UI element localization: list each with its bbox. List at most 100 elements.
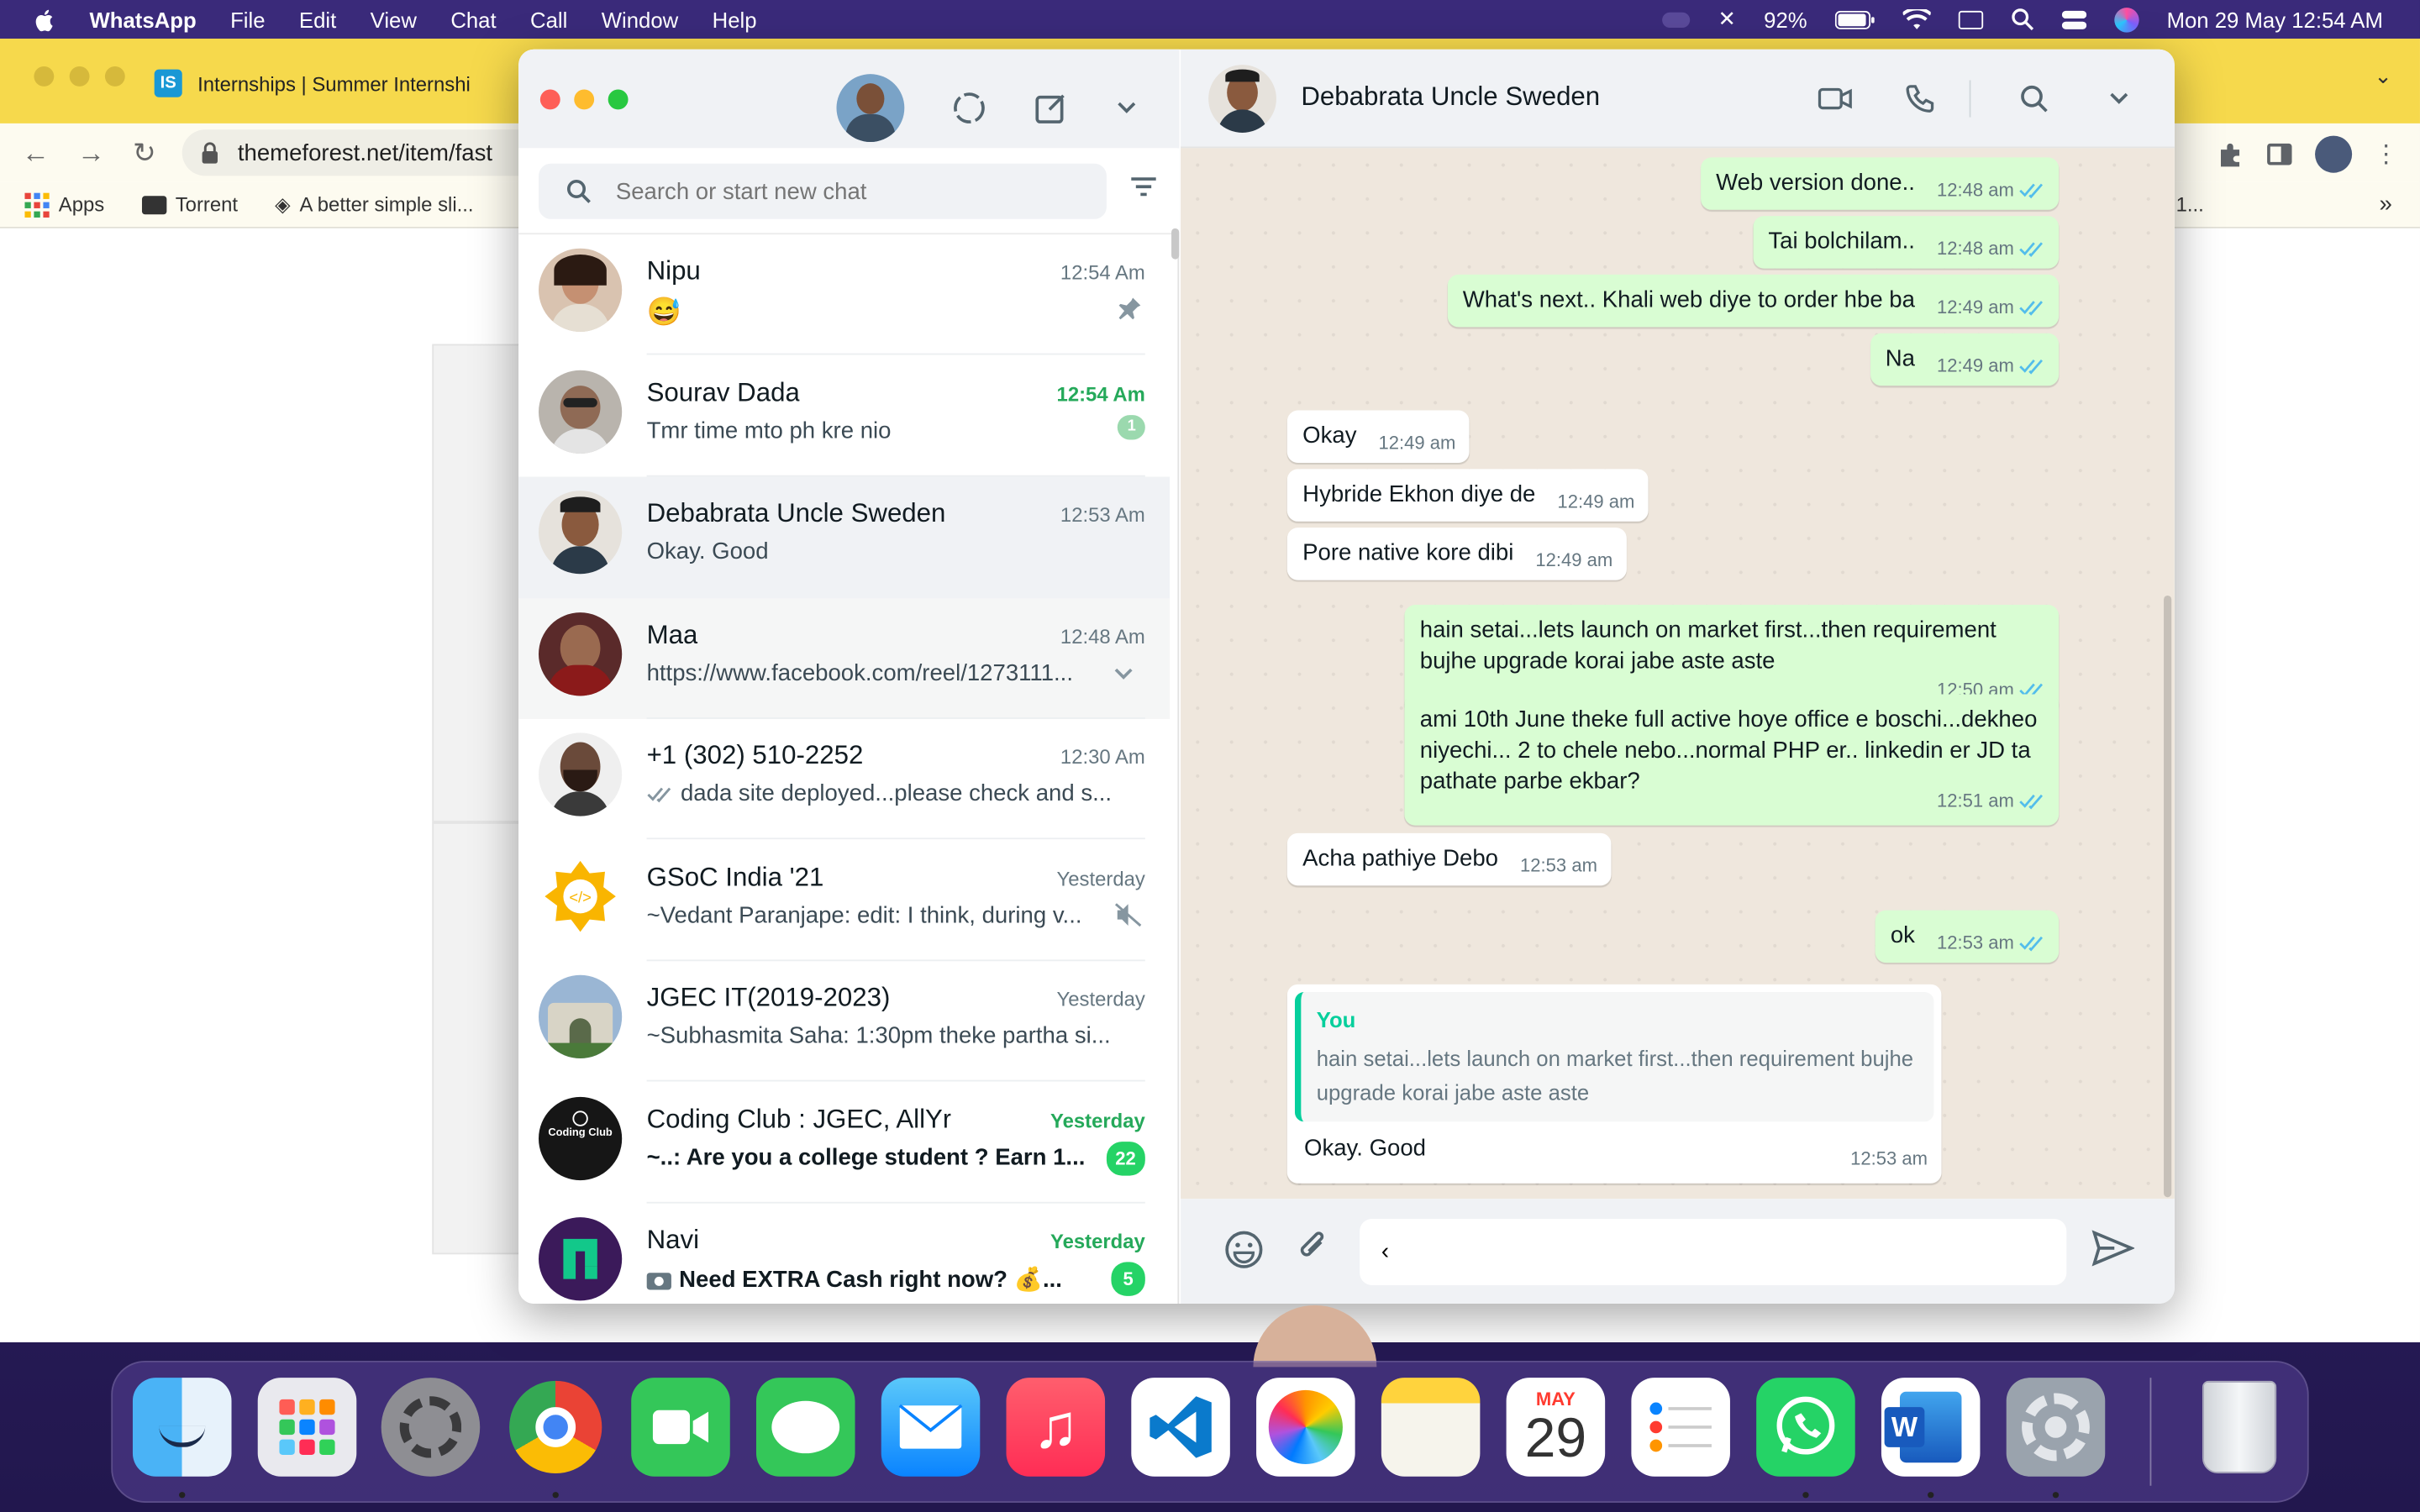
status-icon[interactable] xyxy=(950,90,987,127)
menubar-clock[interactable]: Mon 29 May 12:54 AM xyxy=(2167,7,2383,31)
vscode-icon[interactable] xyxy=(1131,1378,1230,1477)
launchpad-icon[interactable] xyxy=(257,1378,357,1477)
chat-row-sourav-dada[interactable]: Sourav Dada 12:54 Am Tmr time mto ph kre… xyxy=(518,355,1170,476)
new-chat-icon[interactable] xyxy=(1034,91,1068,124)
menu-chat[interactable]: Chat xyxy=(450,7,496,31)
chat-row-coding-club[interactable]: Coding Club Coding Club : JGEC, AllYr Ye… xyxy=(518,1082,1170,1203)
finder-icon[interactable] xyxy=(132,1378,232,1477)
bookmark-apps[interactable]: Apps xyxy=(24,192,104,218)
menu-app-name[interactable]: WhatsApp xyxy=(90,7,197,31)
emoji-icon[interactable] xyxy=(1224,1230,1265,1270)
message-text: Tai bolchilam.. xyxy=(1768,228,1915,255)
conversation-header[interactable]: Debabrata Uncle Sweden xyxy=(1181,49,2175,149)
chrome-icon[interactable] xyxy=(506,1378,605,1477)
message-bubble-outgoing[interactable]: ami 10th June theke full active hoye off… xyxy=(1404,694,2060,826)
whatsapp-dock-icon[interactable] xyxy=(1756,1378,1855,1477)
photos-icon[interactable] xyxy=(1256,1378,1355,1477)
menu-chevron-down-icon[interactable] xyxy=(1114,96,1139,120)
message-bubble-incoming-reply[interactable]: You hain setai...lets launch on market f… xyxy=(1286,984,1942,1184)
sidebar-toggle-icon[interactable] xyxy=(2265,140,2293,168)
window-zoom-button[interactable] xyxy=(608,89,629,110)
message-bubble-outgoing[interactable]: Tai bolchilam.. 12:48 am xyxy=(1753,216,2060,269)
message-bubble-outgoing[interactable]: What's next.. Khali web diye to order hb… xyxy=(1447,274,2060,328)
conversation-menu-chevron-icon[interactable] xyxy=(2107,87,2131,111)
message-bubble-outgoing[interactable]: ok 12:53 am xyxy=(1875,910,2060,963)
message-bubble-outgoing[interactable]: Web version done.. 12:48 am xyxy=(1700,157,2060,210)
music-icon[interactable]: ♫ xyxy=(1006,1378,1106,1477)
mail-icon[interactable] xyxy=(881,1378,981,1477)
attach-paperclip-icon[interactable] xyxy=(1295,1230,1332,1267)
menu-view[interactable]: View xyxy=(371,7,417,31)
siri-icon[interactable] xyxy=(2114,7,2139,32)
trash-icon[interactable] xyxy=(2190,1378,2289,1477)
message-bubble-incoming[interactable]: Okay 12:49 am xyxy=(1286,410,1470,464)
reminders-icon[interactable] xyxy=(1631,1378,1730,1477)
calendar-icon[interactable]: MAY 29 xyxy=(1506,1378,1606,1477)
quote-text: hain setai...lets launch on market first… xyxy=(1316,1046,1914,1105)
message-bubble-incoming[interactable]: Hybride Ekhon diye de 12:49 am xyxy=(1286,469,1649,522)
messages-scrollbar[interactable] xyxy=(2164,595,2172,1198)
spotlight-search-icon[interactable] xyxy=(2011,8,2034,31)
bookmarks-more-icon[interactable]: » xyxy=(2380,192,2392,218)
browser-tab[interactable]: IS Internships | Summer Internshi xyxy=(154,60,471,107)
screen-sharing-icon[interactable] xyxy=(1662,11,1691,28)
chat-list-scrollbar[interactable] xyxy=(1171,228,1180,260)
bookmark-torrent[interactable]: Torrent xyxy=(141,193,238,216)
search-input[interactable] xyxy=(615,178,1064,205)
my-profile-avatar[interactable] xyxy=(836,74,905,142)
search-messages-icon[interactable] xyxy=(2020,85,2048,113)
contact-name[interactable]: Debabrata Uncle Sweden xyxy=(1301,81,1600,113)
keyboard-input-icon[interactable] xyxy=(1958,9,1984,29)
chevron-down-icon[interactable] xyxy=(1111,659,1135,684)
bookmark-slider[interactable]: ◈ A better simple sli... xyxy=(275,192,473,217)
message-input[interactable]: ‹ xyxy=(1360,1218,2067,1285)
bluetooth-off-icon[interactable]: ✕ xyxy=(1718,6,1737,32)
notes-icon[interactable] xyxy=(1381,1378,1481,1477)
quoted-message[interactable]: You hain setai...lets launch on market f… xyxy=(1294,991,1934,1122)
video-call-icon[interactable] xyxy=(1818,87,1852,111)
facetime-icon[interactable] xyxy=(631,1378,730,1477)
tab-search-chevron-icon[interactable]: ⌄ xyxy=(2374,63,2392,89)
search-box[interactable] xyxy=(539,163,1107,219)
message-time: 12:49 am xyxy=(1557,491,1635,512)
chat-row-gsoc-india[interactable]: </> GSoC India '21 Yesterday ~Vedant Par… xyxy=(518,840,1170,961)
voice-call-icon[interactable] xyxy=(1904,83,1935,114)
chat-row-nipu[interactable]: Nipu 12:54 Am 😅 xyxy=(518,234,1170,355)
word-icon[interactable]: W xyxy=(1881,1378,1981,1477)
chat-row-debabrata-uncle-sweden[interactable]: Debabrata Uncle Sweden 12:53 Am Okay. Go… xyxy=(518,476,1171,598)
message-bubble-incoming[interactable]: Acha pathiye Debo 12:53 am xyxy=(1286,832,1612,886)
system-preferences-icon[interactable] xyxy=(381,1378,481,1477)
messages-icon[interactable] xyxy=(755,1378,855,1477)
bookmark-overflow-label[interactable]: 1... xyxy=(2176,193,2204,217)
message-bubble-outgoing[interactable]: Na 12:49 am xyxy=(1870,333,2060,386)
message-bubble-incoming[interactable]: Pore native kore dibi 12:49 am xyxy=(1286,528,1627,580)
extensions-puzzle-icon[interactable] xyxy=(2217,140,2244,168)
chat-row-jgec-it[interactable]: JGEC IT(2019-2023) Yesterday ~Subhasmita… xyxy=(518,961,1170,1082)
contact-avatar[interactable] xyxy=(1208,65,1276,133)
filter-unread-icon[interactable] xyxy=(1129,176,1157,197)
system-settings-icon[interactable] xyxy=(2006,1378,2106,1477)
control-center-icon[interactable] xyxy=(2061,8,2087,30)
apple-logo-icon[interactable] xyxy=(31,5,59,33)
profile-avatar[interactable] xyxy=(2315,135,2353,173)
window-close-button[interactable] xyxy=(539,89,560,110)
battery-icon[interactable] xyxy=(1834,9,1876,29)
window-minimize-button[interactable] xyxy=(574,89,595,110)
chat-row-phone-number[interactable]: +1 (302) 510-2252 12:30 Am dada site dep… xyxy=(518,719,1170,840)
back-arrow-icon[interactable]: ← xyxy=(22,137,50,170)
forward-arrow-icon[interactable]: → xyxy=(77,137,105,170)
wifi-icon[interactable] xyxy=(1902,8,1931,30)
menu-call[interactable]: Call xyxy=(530,7,567,31)
send-icon[interactable] xyxy=(2091,1230,2135,1267)
muted-speaker-icon xyxy=(1114,902,1142,927)
browser-menu-icon[interactable]: ⋮ xyxy=(2374,139,2398,170)
menu-edit[interactable]: Edit xyxy=(299,7,336,31)
reload-icon[interactable]: ↻ xyxy=(133,137,156,170)
menu-help[interactable]: Help xyxy=(713,7,757,31)
menu-file[interactable]: File xyxy=(230,7,265,31)
browser-window-controls[interactable] xyxy=(34,66,125,87)
calendar-day: 29 xyxy=(1524,1405,1587,1469)
chat-row-maa[interactable]: Maa 12:48 Am https://www.facebook.com/re… xyxy=(518,597,1171,719)
menu-window[interactable]: Window xyxy=(602,7,678,31)
chat-row-navi[interactable]: Navi Yesterday Need EXTRA Cash right now… xyxy=(518,1204,1170,1304)
